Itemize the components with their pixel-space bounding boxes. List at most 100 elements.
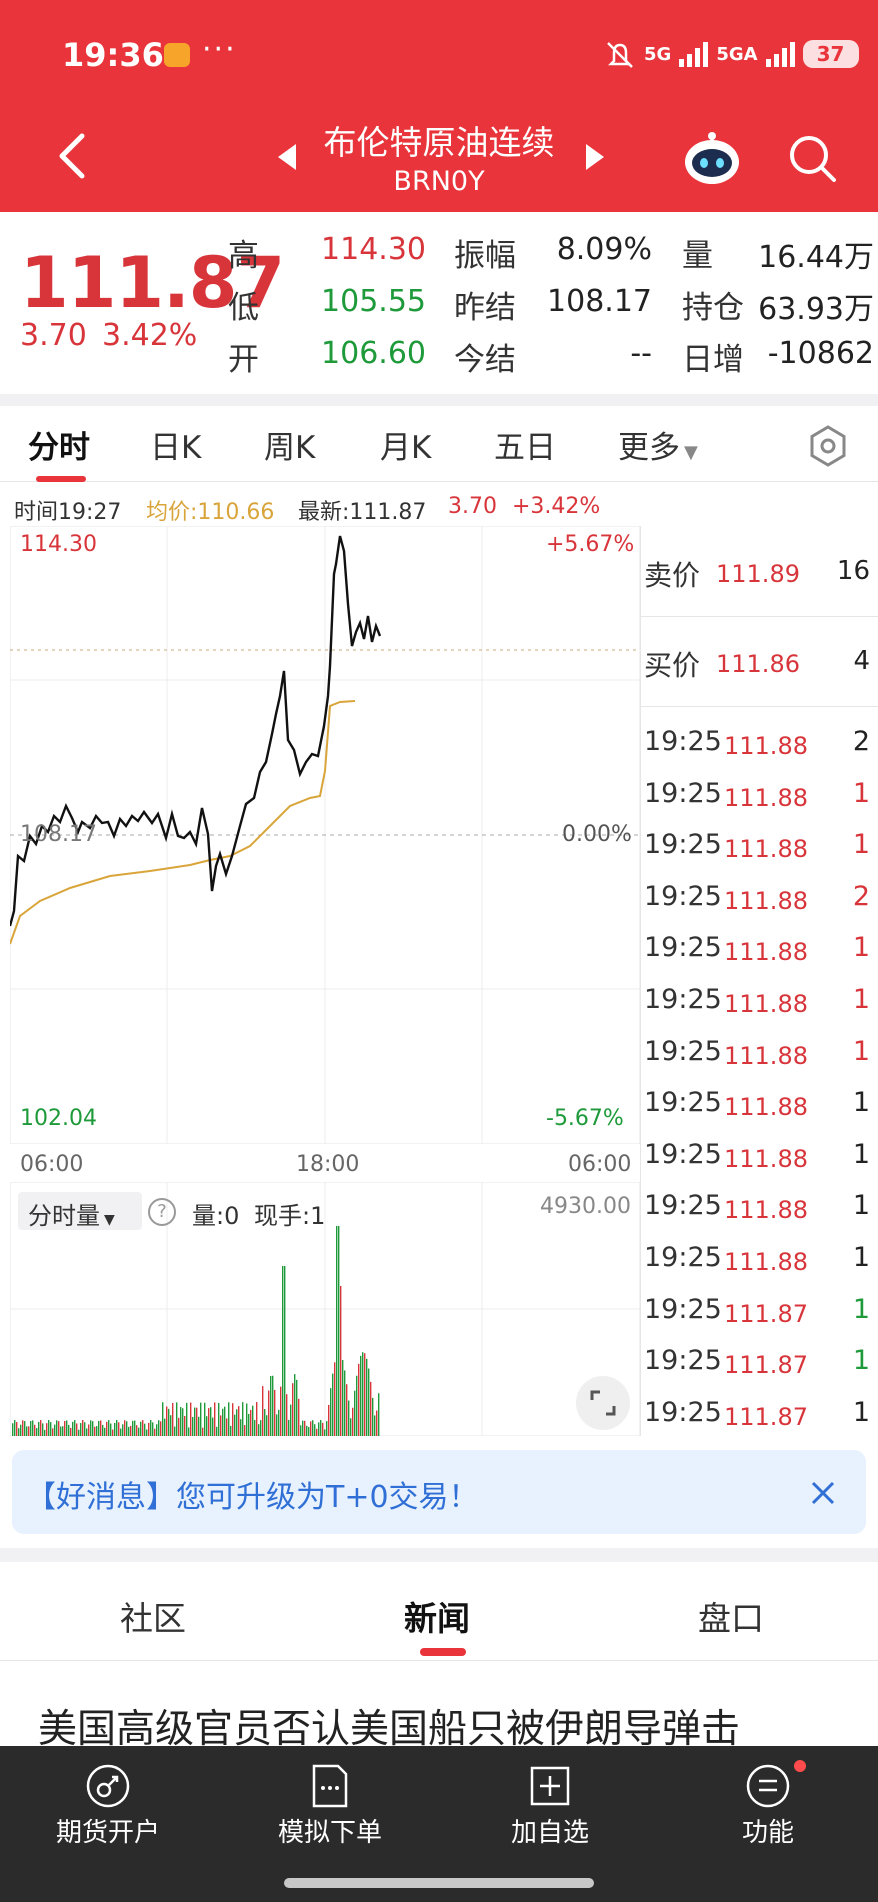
today-settle-value: -- — [630, 336, 652, 371]
volume-bar — [114, 1422, 116, 1436]
volume-bar — [94, 1426, 96, 1436]
volume-bar — [356, 1375, 358, 1436]
volume-bar — [72, 1421, 74, 1436]
volume-bar — [118, 1422, 120, 1436]
chart-bottom-pct: -5.67% — [546, 1106, 624, 1131]
nav-futures-account[interactable]: 期货开户 — [28, 1812, 188, 1849]
trade-price: 111.87 — [724, 1299, 808, 1328]
trade-time: 19:25 — [644, 1396, 722, 1428]
search-icon[interactable] — [786, 132, 838, 184]
open-value: 106.60 — [321, 336, 426, 371]
volume-bar — [132, 1420, 134, 1436]
volume-bar — [272, 1375, 274, 1436]
trade-time: 19:25 — [644, 984, 722, 1015]
time-axis-label: 06:00 — [20, 1152, 84, 1177]
intraday-price-chart[interactable] — [10, 526, 640, 1144]
volume-bar — [188, 1427, 190, 1436]
volume-bar — [368, 1368, 370, 1436]
trade-time: 19:25 — [644, 880, 722, 912]
trade-time: 19:25 — [644, 726, 722, 757]
close-icon[interactable] — [808, 1478, 838, 1508]
volume-bar — [120, 1428, 122, 1436]
high-label: 高 — [228, 238, 259, 274]
volume-bar — [268, 1390, 270, 1436]
next-contract-button[interactable] — [584, 142, 608, 172]
prev-settle-label: 昨结 — [454, 290, 516, 326]
futures-account-icon[interactable] — [84, 1762, 132, 1810]
contract-code: BRN0Y — [393, 166, 485, 197]
volume-bar — [80, 1423, 82, 1436]
trade-price: 111.88 — [724, 1041, 808, 1070]
fullscreen-icon[interactable] — [576, 1376, 630, 1430]
settings-icon[interactable] — [806, 424, 850, 468]
volume-bar — [286, 1394, 288, 1436]
volume-bar — [74, 1420, 76, 1436]
tab-intraday[interactable]: 分时 — [28, 422, 90, 467]
volume-bar — [92, 1421, 94, 1436]
volume-bar — [208, 1408, 210, 1436]
tab-more[interactable]: 更多 ▼ — [618, 422, 698, 467]
prev-contract-button[interactable] — [274, 142, 298, 172]
tab-news[interactable]: 新闻 — [404, 1592, 470, 1640]
volume-bar — [348, 1400, 350, 1436]
volume-bar — [22, 1420, 24, 1436]
ai-assistant-robot-icon[interactable] — [682, 130, 742, 188]
volume-bar — [350, 1418, 352, 1436]
volume-bar — [34, 1424, 36, 1436]
volume-bar — [294, 1374, 296, 1436]
trade-time: 19:25 — [644, 1293, 722, 1325]
tab-community[interactable]: 社区 — [120, 1592, 186, 1640]
volume-bar — [298, 1398, 300, 1436]
trade-time: 19:25 — [644, 777, 722, 809]
trade-volume: 1 — [852, 1190, 870, 1222]
volume-bar — [336, 1226, 338, 1436]
volume-bar — [100, 1420, 102, 1436]
section-divider — [0, 1660, 878, 1661]
simulated-order-icon[interactable] — [306, 1762, 354, 1810]
time-axis-label: 06:00 — [568, 1152, 632, 1177]
help-icon[interactable]: ? — [148, 1198, 176, 1226]
volume-bar — [162, 1402, 164, 1436]
trade-price: 111.88 — [724, 783, 808, 812]
notification-badge — [794, 1760, 806, 1772]
volume-bar — [364, 1353, 366, 1436]
volume-bar — [90, 1420, 92, 1436]
trade-volume: 1 — [852, 1345, 870, 1377]
volume-bar — [84, 1422, 86, 1436]
volume-bar — [16, 1422, 18, 1436]
add-watchlist-icon[interactable] — [526, 1762, 574, 1810]
volume-bar — [234, 1414, 236, 1436]
info-time: 时间19:27 — [14, 500, 122, 525]
nav-simulated-order[interactable]: 模拟下单 — [250, 1812, 410, 1849]
volume-bar — [304, 1420, 306, 1436]
volume-bar — [138, 1427, 140, 1436]
volume-bars — [12, 1226, 380, 1436]
volume-bar — [328, 1404, 330, 1436]
tab-monthly-k[interactable]: 月K — [380, 422, 431, 467]
nav-functions[interactable]: 功能 — [688, 1812, 848, 1849]
volume-bar — [60, 1426, 62, 1436]
volume-bar — [104, 1427, 106, 1436]
tab-five-day[interactable]: 五日 — [494, 422, 556, 467]
chart-bottom-price: 102.04 — [20, 1106, 97, 1131]
volume-bar — [14, 1420, 16, 1436]
contract-title: 布伦特原油连续 — [323, 123, 555, 162]
tab-market-depth[interactable]: 盘口 — [698, 1592, 764, 1640]
trade-volume: 2 — [852, 726, 870, 757]
volume-type-selector[interactable]: 分时量 ▼ — [18, 1192, 142, 1230]
volume-bar — [324, 1429, 326, 1436]
trade-volume: 1 — [852, 1035, 870, 1067]
volume-bar — [216, 1426, 218, 1436]
tab-weekly-k[interactable]: 周K — [264, 422, 315, 467]
volume-bar — [144, 1423, 146, 1436]
volume-bar — [148, 1422, 150, 1436]
menu-icon[interactable] — [744, 1762, 792, 1810]
tab-daily-k[interactable]: 日K — [150, 422, 201, 467]
volume-bar — [314, 1424, 316, 1436]
battery-indicator: 37 — [802, 40, 859, 68]
volume-bar — [290, 1404, 292, 1436]
nav-add-watchlist[interactable]: 加自选 — [470, 1812, 630, 1849]
volume-bar — [28, 1426, 30, 1436]
volume-bar — [224, 1406, 226, 1436]
prev-settle-value: 108.17 — [547, 284, 652, 319]
